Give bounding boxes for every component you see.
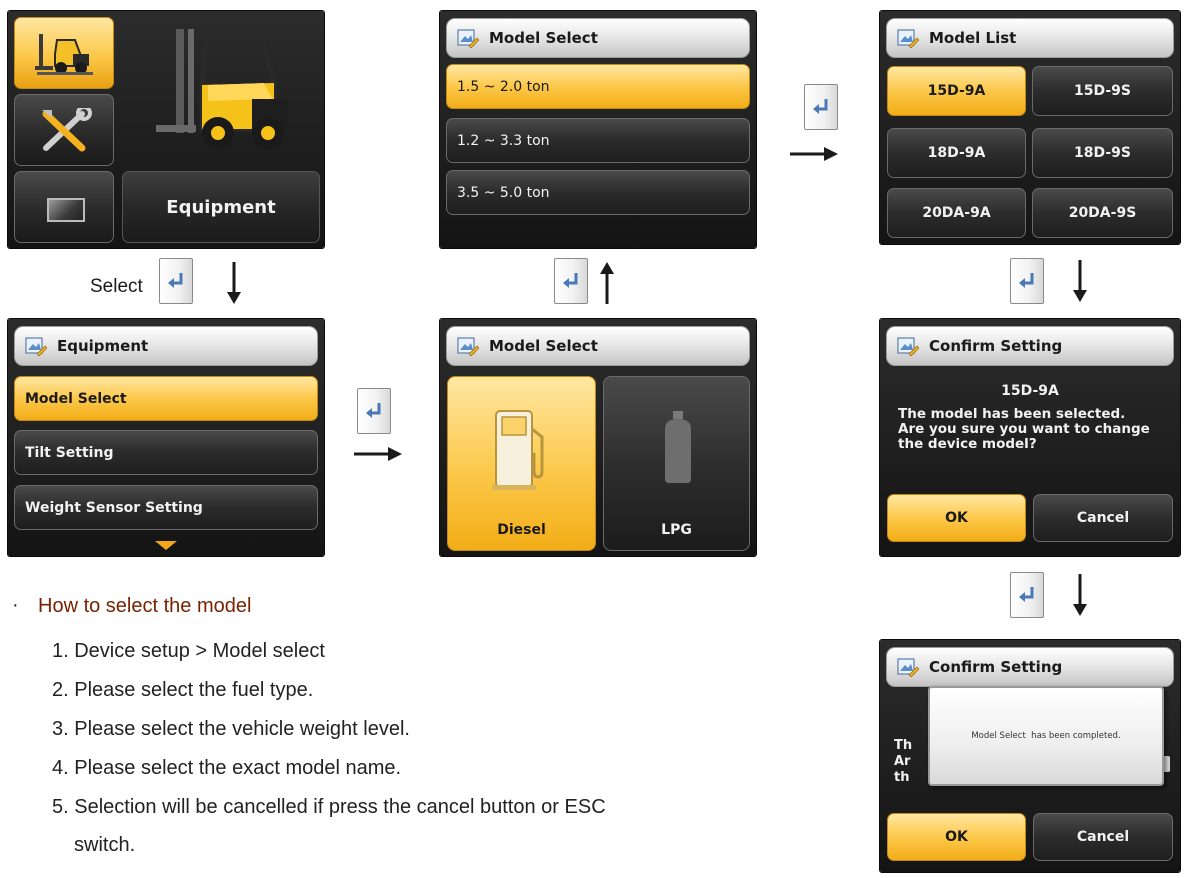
fuel-option-lpg-label: LPG: [661, 522, 692, 538]
equipment-menu-screen: Equipment Model Select Tilt Setting Weig…: [8, 319, 324, 556]
confirm-setting-screen: Confirm Setting 15D-9A The model has bee…: [880, 319, 1180, 556]
behind-fragment-3: th: [894, 770, 910, 785]
gas-cylinder-icon: [665, 411, 691, 483]
fuel-select-screen: Model Select Diesel LPG: [440, 319, 756, 556]
confirm-message-line-1: The model has been selected.: [898, 406, 1126, 422]
arrow-down-icon: [1073, 260, 1087, 302]
enter-key-icon: [1010, 258, 1044, 304]
instruction-step-4: 4. Please select the exact model name.: [52, 757, 402, 779]
behind-fragment-1: Th: [894, 738, 913, 753]
model-option-15d-9a[interactable]: 15D-9A: [887, 66, 1026, 116]
forklift-small-icon: [35, 34, 93, 75]
menu-item-tilt-setting[interactable]: Tilt Setting: [14, 430, 318, 475]
model-list-title: Model List: [929, 29, 1017, 47]
instruction-step-5: 5. Selection will be cancelled if press …: [52, 796, 606, 818]
weight-option-3[interactable]: 3.5 ~ 5.0 ton: [446, 170, 750, 215]
weight-select-screen: Model Select 1.5 ~ 2.0 ton 1.2 ~ 3.3 ton…: [440, 11, 756, 248]
select-caption: Select: [90, 276, 143, 297]
confirm-message: The model has been selected. Are you sur…: [898, 407, 1150, 452]
display-icon: [47, 198, 85, 222]
confirm-title-bar: Confirm Setting: [886, 326, 1174, 366]
model-option-20da-9a[interactable]: 20DA-9A: [887, 188, 1026, 238]
instructions-title: How to select the model: [38, 595, 252, 617]
confirm-message-line-3: the device model?: [898, 436, 1037, 452]
confirm-message-line-2: Are you sure you want to change: [898, 421, 1150, 437]
weight-select-title-bar: Model Select: [446, 18, 750, 58]
main-screen: Equipment: [8, 11, 324, 248]
completed-title: Confirm Setting: [929, 658, 1063, 676]
ok-button[interactable]: OK: [887, 494, 1026, 542]
arrow-right-icon: [790, 147, 838, 161]
equipment-label: Equipment: [122, 171, 320, 243]
settings-title-icon: [897, 29, 919, 48]
model-list-title-bar: Model List: [886, 18, 1174, 58]
weight-option-1[interactable]: 1.5 ~ 2.0 ton: [446, 64, 750, 109]
ok-button[interactable]: OK: [887, 813, 1026, 861]
completed-title-bar: Confirm Setting: [886, 647, 1174, 687]
enter-key-icon: [1010, 572, 1044, 618]
equipment-menu-title: Equipment: [57, 337, 149, 355]
instructions-bullet: ·: [12, 594, 19, 616]
fuel-option-diesel[interactable]: Diesel: [447, 376, 596, 551]
model-option-15d-9s[interactable]: 15D-9S: [1032, 66, 1173, 116]
fuel-pump-icon: [492, 410, 544, 490]
cancel-button[interactable]: Cancel: [1033, 813, 1173, 861]
tools-icon: [42, 108, 92, 152]
behind-message-fragments: Th Ar th: [894, 738, 912, 786]
model-option-20da-9s[interactable]: 20DA-9S: [1032, 188, 1173, 238]
settings-title-icon: [897, 337, 919, 356]
arrow-down-icon: [227, 262, 241, 304]
settings-title-icon: [457, 29, 479, 48]
enter-key-icon: [159, 258, 193, 304]
completed-popup: Model Select has been completed.: [928, 686, 1164, 786]
arrow-right-icon: [354, 447, 402, 461]
instruction-step-2: 2. Please select the fuel type.: [52, 679, 314, 701]
scroll-down-icon[interactable]: [155, 541, 177, 551]
settings-title-icon: [897, 658, 919, 677]
fuel-option-lpg[interactable]: LPG: [603, 376, 750, 551]
equipment-tile[interactable]: [14, 17, 114, 89]
instruction-step-1: 1. Device setup > Model select: [52, 640, 325, 662]
fuel-select-title: Model Select: [489, 337, 598, 355]
completed-popup-message: Model Select has been completed.: [971, 731, 1121, 741]
menu-item-model-select[interactable]: Model Select: [14, 376, 318, 421]
tools-tile[interactable]: [14, 94, 114, 166]
behind-fragment-2: Ar: [894, 754, 911, 769]
model-list-screen: Model List 15D-9A 15D-9S 18D-9A 18D-9S 2…: [880, 11, 1180, 244]
fuel-option-diesel-label: Diesel: [497, 522, 546, 538]
confirm-model-name: 15D-9A: [1001, 383, 1059, 399]
forklift-large-icon: [156, 29, 288, 149]
settings-title-icon: [25, 337, 47, 356]
arrow-down-icon: [1073, 574, 1087, 616]
menu-item-weight-sensor-setting[interactable]: Weight Sensor Setting: [14, 485, 318, 530]
cancel-button[interactable]: Cancel: [1033, 494, 1173, 542]
enter-key-icon: [554, 258, 588, 304]
model-option-18d-9a[interactable]: 18D-9A: [887, 128, 1026, 178]
instruction-step-3: 3. Please select the vehicle weight leve…: [52, 718, 410, 740]
fuel-select-title-bar: Model Select: [446, 326, 750, 366]
display-tile[interactable]: [14, 171, 114, 243]
arrow-up-icon: [600, 262, 614, 304]
confirm-title: Confirm Setting: [929, 337, 1063, 355]
instruction-step-5-cont: switch.: [74, 834, 136, 856]
settings-title-icon: [457, 337, 479, 356]
equipment-menu-title-bar: Equipment: [14, 326, 318, 366]
completed-screen: Confirm Setting 15D-9A Th Ar th Model Se…: [880, 640, 1180, 872]
weight-option-2[interactable]: 1.2 ~ 3.3 ton: [446, 118, 750, 163]
enter-key-icon: [357, 388, 391, 434]
enter-key-icon: [804, 84, 838, 130]
model-option-18d-9s[interactable]: 18D-9S: [1032, 128, 1173, 178]
weight-select-title: Model Select: [489, 29, 598, 47]
